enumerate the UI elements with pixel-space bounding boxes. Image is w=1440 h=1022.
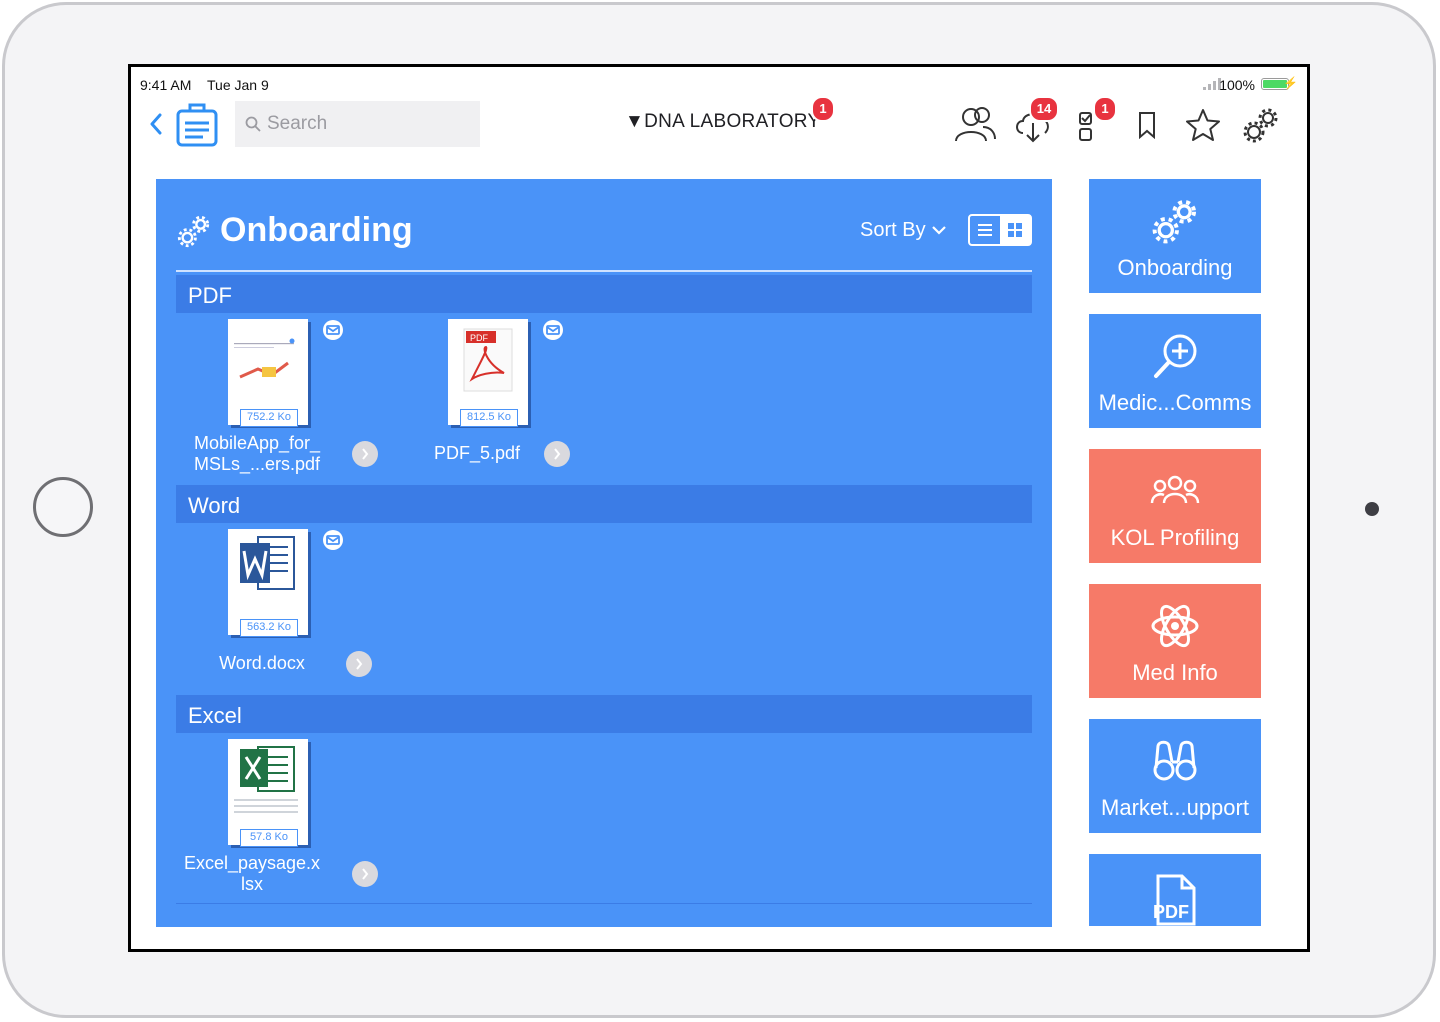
- list-icon: [978, 224, 992, 236]
- email-share-icon[interactable]: [322, 529, 344, 551]
- file-details-button[interactable]: [346, 651, 372, 677]
- atom-icon: [1089, 600, 1261, 652]
- gears-icon: [1089, 195, 1261, 247]
- file-size: 752.2 Ko: [240, 409, 298, 427]
- email-share-icon[interactable]: [322, 319, 344, 341]
- tile-label: Market...upport: [1101, 795, 1249, 820]
- title-divider: [176, 270, 1032, 272]
- file-name: Word.docx: [219, 653, 305, 673]
- file-details-button[interactable]: [544, 441, 570, 467]
- onboarding-panel: Onboarding Sort By PDF 752.2 Ko MobileAp…: [156, 179, 1052, 927]
- tile-kol-profiling[interactable]: KOL Profiling: [1089, 449, 1261, 563]
- file-size: 57.8 Ko: [240, 829, 298, 847]
- search-icon: [245, 116, 261, 132]
- tile-medical-comms[interactable]: Medic...Comms: [1089, 314, 1261, 428]
- charging-icon: ⚡: [1283, 76, 1298, 90]
- chevron-right-icon: [362, 868, 369, 880]
- tile-label: Onboarding: [1117, 255, 1233, 280]
- tile-pdf[interactable]: PDF: [1089, 854, 1261, 926]
- camera: [1365, 502, 1379, 516]
- zoom-in-icon: [1089, 330, 1261, 382]
- status-bar: 9:41 AM Tue Jan 9 100% ⚡: [131, 67, 1307, 97]
- file-name-line: lsx: [241, 874, 263, 894]
- settings-gears-icon[interactable]: [1237, 101, 1285, 149]
- file-name-line: Excel_paysage.x: [183, 853, 321, 873]
- status-time: 9:41 AM: [140, 77, 192, 93]
- chevron-right-icon: [554, 448, 561, 460]
- screen: 9:41 AM Tue Jan 9 100% ⚡ Search ▼DNA LAB…: [128, 64, 1310, 952]
- tablet-device: 9:41 AM Tue Jan 9 100% ⚡ Search ▼DNA LAB…: [0, 0, 1440, 1022]
- file-item-excel[interactable]: 57.8 Ko Excel_paysage.x lsx: [176, 739, 378, 909]
- back-chevron-icon[interactable]: [149, 113, 163, 135]
- section-label: Word: [188, 493, 241, 518]
- section-header-pdf: PDF: [176, 275, 1032, 313]
- search-placeholder: Search: [267, 113, 328, 134]
- binoculars-icon: [1089, 735, 1261, 787]
- tile-label: Medic...Comms: [1098, 390, 1252, 415]
- tile-market-support[interactable]: Market...upport: [1089, 719, 1261, 833]
- file-size: 563.2 Ko: [240, 619, 298, 637]
- tile-label: KOL Profiling: [1110, 525, 1240, 550]
- file-name-line: MSLs_...ers.pdf: [193, 454, 321, 474]
- bottom-divider: [176, 903, 1032, 904]
- contacts-icon[interactable]: [951, 101, 999, 149]
- status-date: Tue Jan 9: [207, 77, 269, 93]
- tile-onboarding[interactable]: Onboarding: [1089, 179, 1261, 293]
- star-icon[interactable]: [1179, 101, 1227, 149]
- section-label: PDF: [188, 283, 232, 308]
- list-view-button[interactable]: [970, 216, 1000, 244]
- search-input[interactable]: Search: [235, 101, 480, 147]
- file-details-button[interactable]: [352, 441, 378, 467]
- battery-percent: 100%: [1219, 77, 1255, 93]
- section-header-excel: Excel: [176, 695, 1032, 733]
- grid-view-button[interactable]: [1000, 216, 1030, 244]
- file-item-word[interactable]: 563.2 Ko Word.docx: [176, 529, 376, 699]
- chevron-down-icon[interactable]: [932, 225, 946, 235]
- file-name: PDF_5.pdf: [433, 443, 521, 463]
- page-title: Onboarding: [220, 211, 413, 249]
- email-share-icon[interactable]: [542, 319, 564, 341]
- pdf-tile-label: PDF: [1153, 902, 1189, 922]
- pdf-thumb-label: PDF: [470, 333, 489, 343]
- view-toggle: [968, 214, 1032, 246]
- people-icon: [1089, 465, 1261, 517]
- app-display: 9:41 AM Tue Jan 9 100% ⚡ Search ▼DNA LAB…: [131, 67, 1307, 949]
- tile-label: Med Info: [1132, 660, 1218, 685]
- bookmark-icon[interactable]: [1123, 101, 1171, 149]
- pdf-file-icon: PDF: [1089, 874, 1261, 926]
- sort-by-button[interactable]: Sort By: [860, 219, 926, 242]
- section-label: Excel: [188, 703, 242, 728]
- file-name: MobileApp_for_ MSLs_...ers.pdf: [176, 433, 338, 475]
- chevron-right-icon: [356, 658, 363, 670]
- section-header-word: Word: [176, 485, 1032, 523]
- file-name-line: MobileApp_for_: [193, 433, 321, 453]
- file-size: 812.5 Ko: [460, 409, 518, 427]
- file-item-pdf5[interactable]: PDF 812.5 Ko PDF_5.pdf: [396, 319, 596, 489]
- library-badge: 1: [811, 96, 835, 122]
- downloads-badge: 14: [1029, 96, 1059, 122]
- file-details-button[interactable]: [352, 861, 378, 887]
- grid-icon: [1008, 223, 1022, 237]
- library-selector[interactable]: ▼DNA LABORATORY: [625, 111, 820, 133]
- home-button[interactable]: [33, 477, 93, 537]
- gears-icon: [177, 215, 210, 248]
- briefcase-logo-icon[interactable]: [175, 101, 219, 149]
- file-item-mobileapp[interactable]: 752.2 Ko MobileApp_for_ MSLs_...ers.pdf: [176, 319, 378, 489]
- tasks-badge: 1: [1093, 96, 1117, 122]
- chevron-right-icon: [362, 448, 369, 460]
- file-name: Excel_paysage.x lsx: [156, 853, 348, 895]
- tile-med-info[interactable]: Med Info: [1089, 584, 1261, 698]
